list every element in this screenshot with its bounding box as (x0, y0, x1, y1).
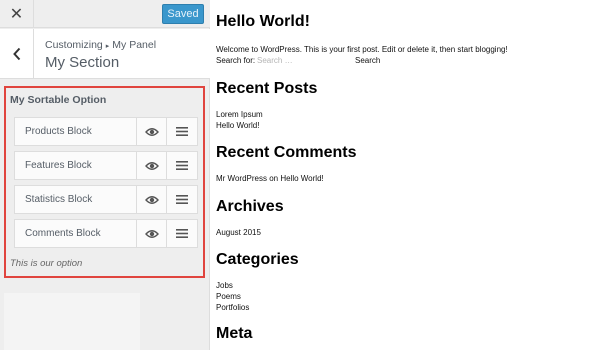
breadcrumb-panel: My Panel (112, 39, 157, 51)
recent-post-link[interactable]: Lorem Ipsum (216, 110, 263, 120)
search-label: Search for: (216, 56, 256, 65)
meta-heading: Meta (216, 325, 253, 342)
section-title: My Section (45, 54, 120, 71)
post-title[interactable]: Hello World! (216, 13, 310, 31)
saved-button[interactable]: Saved (162, 4, 204, 24)
eye-icon (144, 127, 159, 136)
placeholder-panel (4, 293, 140, 350)
archives-heading: Archives (216, 198, 284, 215)
breadcrumb-root: Customizing (45, 39, 103, 51)
search-form: Search for: Search (216, 55, 380, 67)
eye-icon (144, 229, 159, 238)
sortable-option-control: My Sortable Option Products Block Featur… (4, 86, 205, 278)
sortable-item-label: Features Block (25, 160, 92, 171)
categories-heading: Categories (216, 251, 299, 268)
site-preview: Hello World! Welcome to WordPress. This … (211, 0, 600, 350)
drag-handle-icon (176, 195, 188, 204)
breadcrumb: Customizing ▸ My Panel (45, 39, 156, 51)
eye-icon (144, 195, 159, 204)
search-button[interactable]: Search (355, 56, 380, 65)
archive-link[interactable]: August 2015 (216, 228, 261, 238)
sortable-item-features[interactable]: Features Block (14, 151, 198, 180)
sortable-item-statistics[interactable]: Statistics Block (14, 185, 198, 214)
visibility-toggle[interactable] (136, 186, 166, 213)
recent-posts-heading: Recent Posts (216, 80, 318, 97)
drag-handle-icon (176, 161, 188, 170)
close-icon: ✕ (9, 6, 24, 23)
drag-handle[interactable] (166, 220, 197, 247)
sortable-item-label: Comments Block (25, 228, 101, 239)
visibility-toggle[interactable] (136, 152, 166, 179)
recent-post-link[interactable]: Hello World! (216, 121, 259, 131)
category-link[interactable]: Portfolios (216, 303, 249, 313)
eye-icon (144, 161, 159, 170)
sortable-item-label: Products Block (25, 126, 92, 137)
sortable-item-products[interactable]: Products Block (14, 117, 198, 146)
back-button[interactable] (0, 29, 34, 79)
category-link[interactable]: Jobs (216, 281, 233, 291)
customizer-topbar: ✕ Saved (0, 0, 210, 28)
close-button[interactable]: ✕ (0, 0, 34, 28)
recent-comment-item[interactable]: Mr WordPress on Hello World! (216, 174, 324, 184)
drag-handle-icon (176, 229, 188, 238)
breadcrumb-separator: ▸ (105, 43, 110, 50)
category-link[interactable]: Poems (216, 292, 241, 302)
sortable-item-label: Statistics Block (25, 194, 93, 205)
customizer-sidebar: ✕ Saved Customizing ▸ My Panel My Section … (0, 0, 210, 350)
drag-handle[interactable] (166, 152, 197, 179)
control-title: My Sortable Option (10, 94, 107, 106)
visibility-toggle[interactable] (136, 118, 166, 145)
visibility-toggle[interactable] (136, 220, 166, 247)
chevron-left-icon (12, 47, 20, 61)
control-description: This is our option (10, 258, 83, 269)
section-header: Customizing ▸ My Panel My Section (0, 29, 210, 79)
drag-handle[interactable] (166, 118, 197, 145)
sortable-item-comments[interactable]: Comments Block (14, 219, 198, 248)
search-input[interactable] (257, 55, 352, 66)
drag-handle-icon (176, 127, 188, 136)
recent-comments-heading: Recent Comments (216, 144, 357, 161)
post-content: Welcome to WordPress. This is your first… (216, 45, 508, 54)
drag-handle[interactable] (166, 186, 197, 213)
